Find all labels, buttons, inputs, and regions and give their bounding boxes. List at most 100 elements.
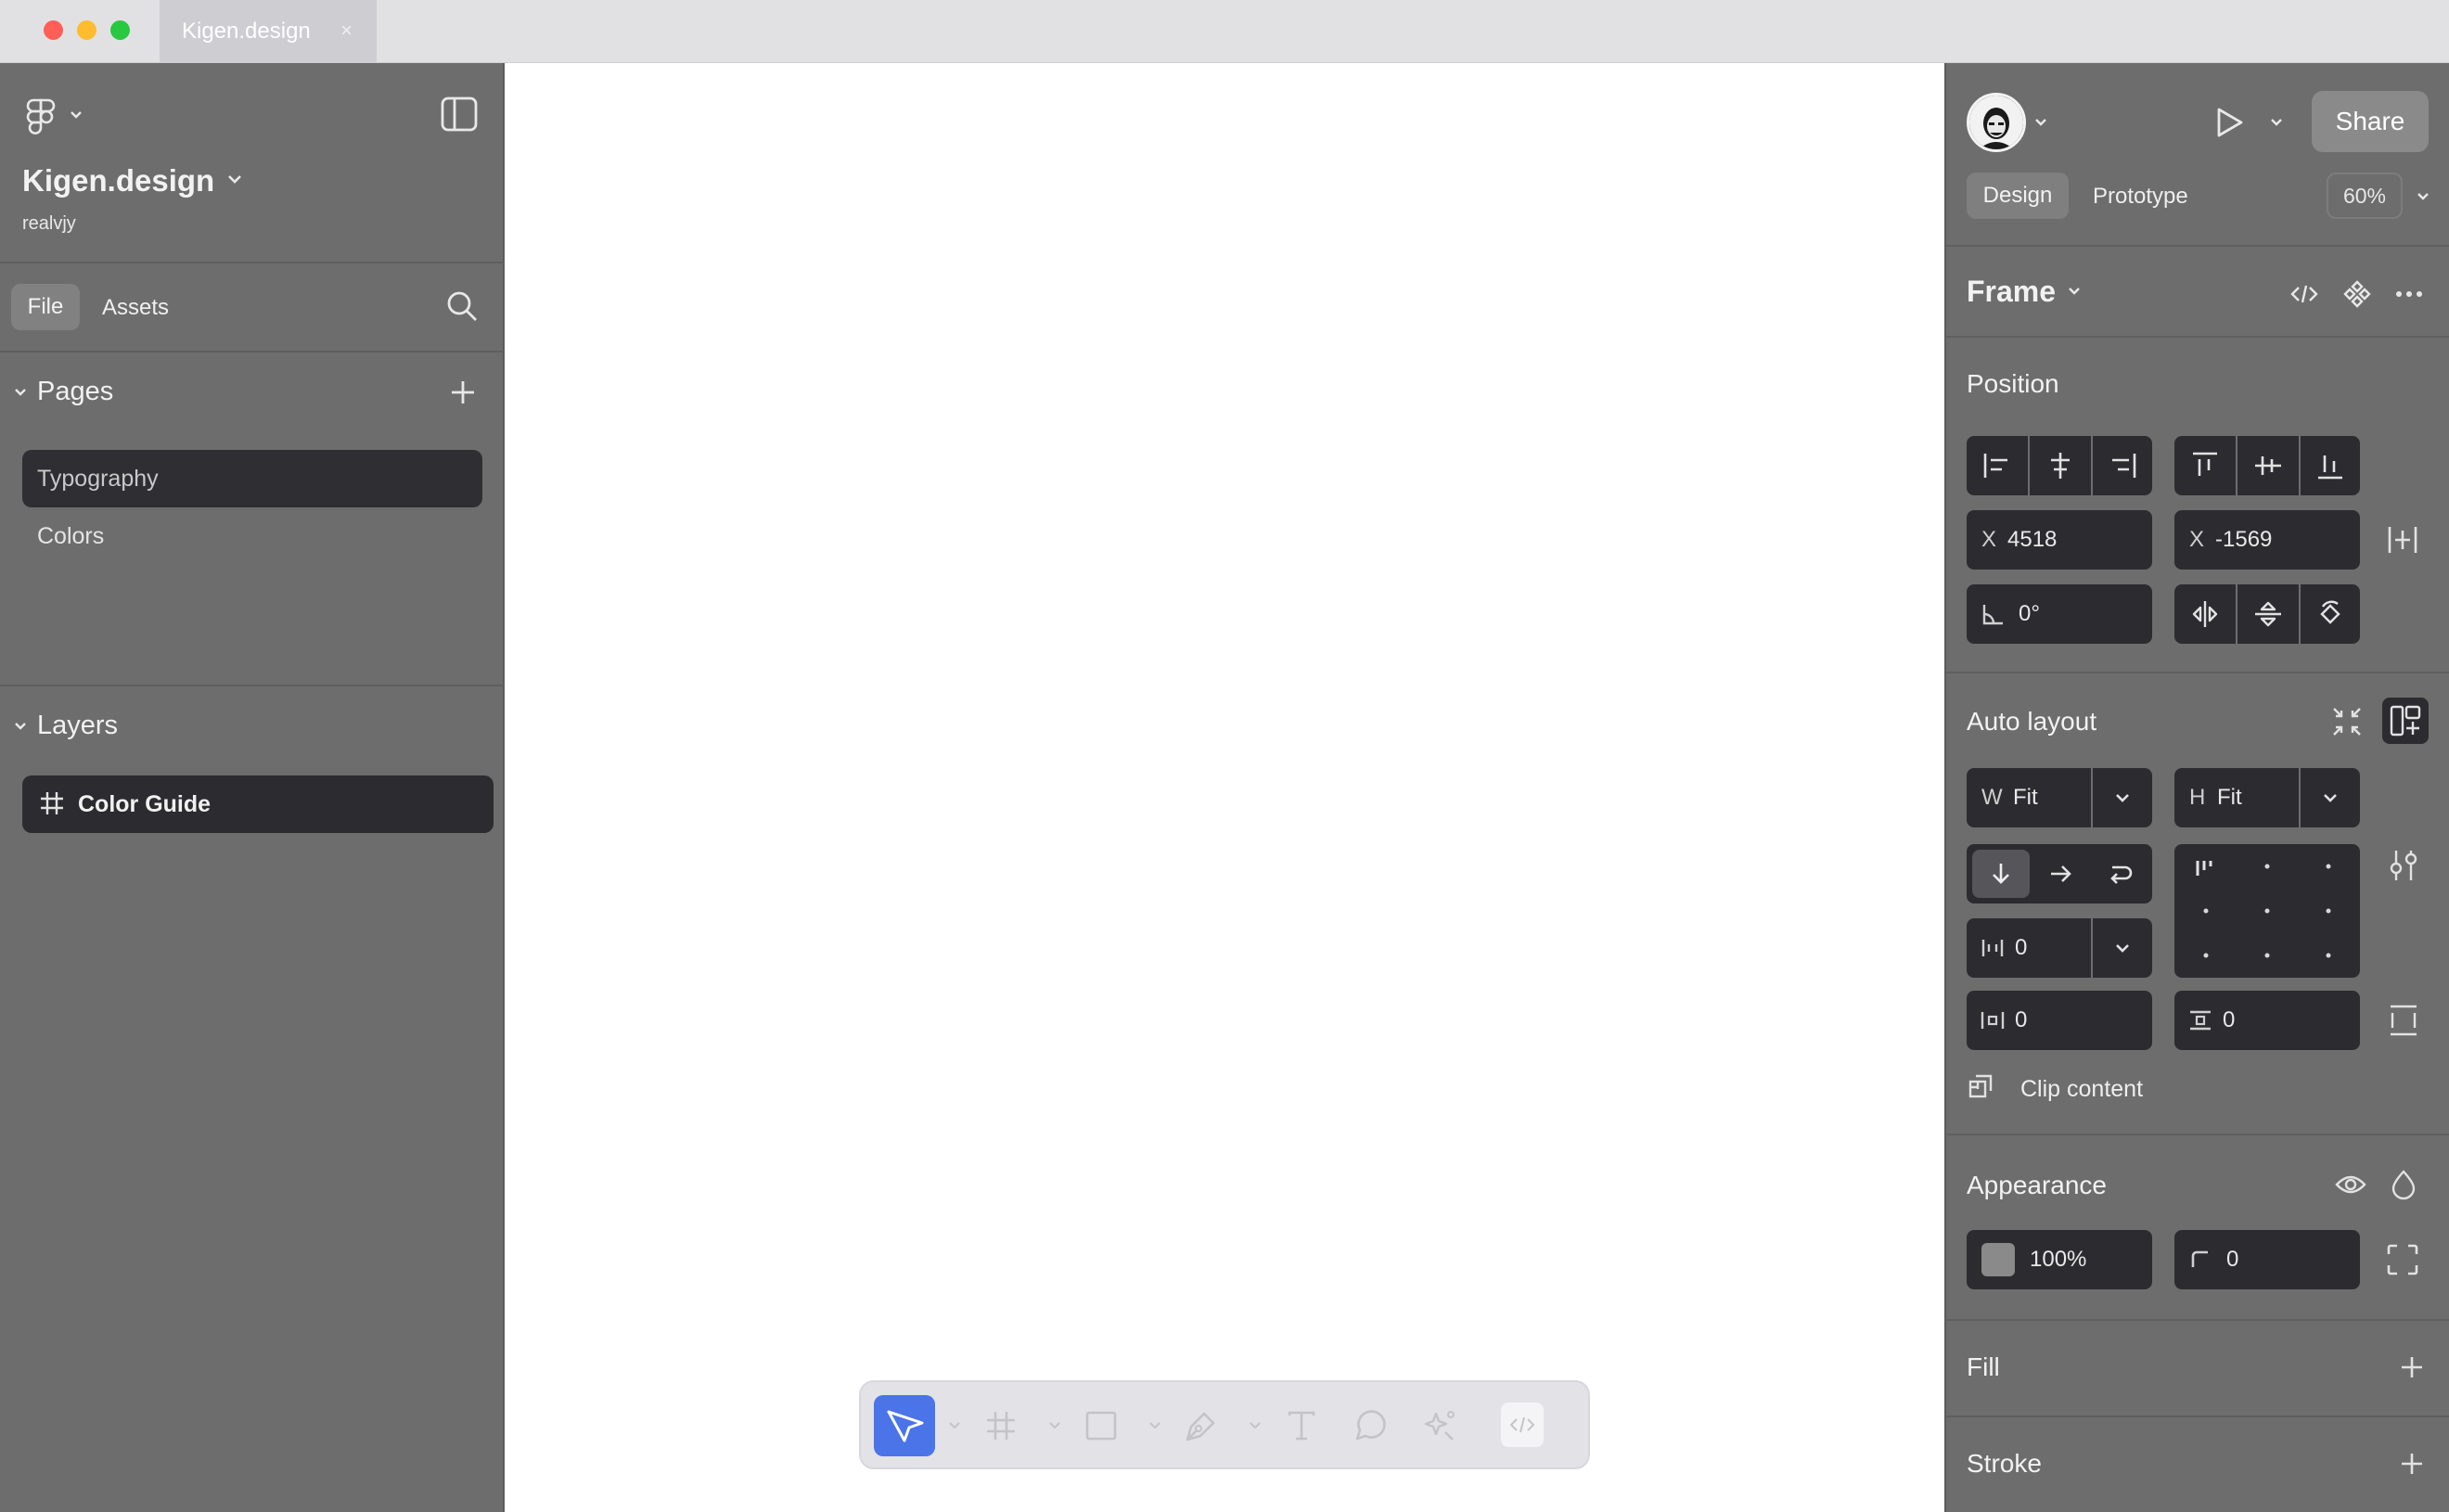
align-bottom-icon[interactable] (2301, 436, 2360, 495)
pen-tool-chevron-icon[interactable] (1249, 1421, 1262, 1430)
position-title: Position (1967, 369, 2059, 398)
chevron-down-icon[interactable] (69, 109, 83, 121)
width-label: W (1981, 785, 2003, 810)
zoom-level[interactable]: 60% (2327, 173, 2403, 219)
height-sizing-field[interactable]: H Fit (2174, 768, 2360, 827)
add-fill-icon[interactable] (2399, 1354, 2425, 1380)
code-icon[interactable] (2289, 282, 2319, 306)
visibility-eye-icon[interactable] (2334, 1171, 2367, 1198)
zoom-chevron-icon[interactable] (2416, 191, 2430, 202)
tab-file[interactable]: File (11, 284, 80, 330)
flip-vertical-icon[interactable] (2237, 584, 2299, 644)
constraints-icon[interactable] (2386, 523, 2419, 557)
ai-actions-tool-icon[interactable] (1421, 1406, 1460, 1445)
more-options-icon[interactable] (2395, 289, 2423, 299)
pages-collapse-chevron-icon[interactable] (13, 386, 28, 399)
add-stroke-icon[interactable] (2399, 1451, 2425, 1477)
page-item-colors[interactable]: Colors (37, 523, 104, 550)
horizontal-padding-field[interactable]: 0 (1967, 991, 2152, 1050)
opacity-field[interactable]: 100% (1967, 1230, 2152, 1289)
move-tool-button[interactable] (874, 1395, 935, 1456)
x-position-field[interactable]: X 4518 (1967, 510, 2152, 570)
align-right-icon[interactable] (2093, 436, 2152, 495)
dev-mode-toggle[interactable] (1501, 1403, 1544, 1447)
frame-tool-icon[interactable] (983, 1408, 1019, 1443)
avatar-chevron-icon[interactable] (2033, 117, 2048, 128)
height-value: Fit (2217, 785, 2242, 810)
page-item-label: Typography (37, 465, 159, 492)
tab-prototype[interactable]: Prototype (2093, 184, 2188, 210)
rotate-90-icon[interactable] (2301, 584, 2360, 644)
clip-content-icon[interactable] (1967, 1072, 1996, 1102)
advanced-layout-settings-icon[interactable] (2388, 848, 2419, 883)
layer-item-label: Color Guide (78, 790, 212, 817)
gap-field[interactable]: 0 (1967, 918, 2152, 978)
alignment-grid[interactable] (2174, 844, 2360, 978)
corner-radius-icon (2189, 1230, 2212, 1289)
window-close-button[interactable] (44, 20, 63, 40)
layer-item-color-guide[interactable]: Color Guide (22, 775, 494, 833)
page-item-typography[interactable]: Typography (22, 450, 482, 507)
frame-chevron-icon[interactable] (2067, 286, 2082, 297)
file-name[interactable]: Kigen.design (22, 163, 214, 199)
vertical-padding-field[interactable]: 0 (2174, 991, 2360, 1050)
direction-wrap-icon[interactable] (2091, 844, 2150, 903)
auto-layout-add-button[interactable] (2382, 698, 2429, 744)
tab-close-icon[interactable]: × (340, 19, 353, 43)
avatar[interactable] (1967, 93, 2026, 152)
move-tool-chevron-icon[interactable] (948, 1421, 961, 1430)
text-tool-icon[interactable] (1284, 1408, 1319, 1443)
y-position-field[interactable]: X -1569 (2174, 510, 2360, 570)
corner-radius-field[interactable]: 0 (2174, 1230, 2360, 1289)
clip-content-label[interactable]: Clip content (2020, 1076, 2143, 1103)
present-chevron-icon[interactable] (2269, 117, 2284, 128)
frame-tool-chevron-icon[interactable] (1048, 1421, 1061, 1430)
individual-corners-icon[interactable] (2386, 1243, 2419, 1276)
document-tab[interactable]: Kigen.design × (160, 0, 377, 63)
add-page-icon[interactable] (449, 378, 477, 406)
align-middle-vertical-icon[interactable] (2237, 436, 2299, 495)
direction-horizontal-icon[interactable] (2032, 844, 2091, 903)
blend-mode-drop-icon[interactable] (2390, 1169, 2417, 1200)
figma-logo-icon[interactable] (26, 98, 56, 135)
align-top-icon[interactable] (2174, 436, 2236, 495)
zoom-level-value: 60% (2342, 183, 2387, 208)
divider (1946, 1134, 2449, 1135)
app-window: Kigen.design × Kigen.design realvjy File… (0, 0, 2449, 1512)
canvas[interactable] (506, 63, 1943, 1512)
tab-assets[interactable]: Assets (102, 295, 169, 321)
opacity-swatch (1981, 1243, 2015, 1276)
component-icon[interactable] (2343, 280, 2371, 308)
layers-collapse-chevron-icon[interactable] (13, 720, 28, 733)
sidebar-toggle-icon[interactable] (440, 95, 479, 134)
gap-dropdown-chevron-icon[interactable] (2093, 918, 2152, 978)
file-menu-chevron-icon[interactable] (226, 173, 243, 186)
shape-tool-chevron-icon[interactable] (1148, 1421, 1161, 1430)
align-left-icon[interactable] (1967, 436, 2028, 495)
flip-horizontal-icon[interactable] (2174, 584, 2236, 644)
tab-design[interactable]: Design (1967, 173, 2069, 219)
vertical-padding-icon (2187, 991, 2213, 1050)
share-button[interactable]: Share (2312, 91, 2429, 152)
present-play-icon[interactable] (2213, 106, 2245, 139)
pen-tool-icon[interactable] (1182, 1406, 1221, 1445)
comment-tool-icon[interactable] (1353, 1408, 1388, 1443)
window-maximize-button[interactable] (110, 20, 130, 40)
share-button-label: Share (2335, 107, 2405, 135)
width-dropdown-chevron-icon[interactable] (2093, 768, 2152, 827)
rotation-field[interactable]: 0° (1967, 584, 2152, 644)
align-center-horizontal-icon[interactable] (2030, 436, 2091, 495)
divider (1946, 1416, 2449, 1417)
height-dropdown-chevron-icon[interactable] (2301, 768, 2360, 827)
y-value: -1569 (2215, 527, 2273, 552)
rectangle-tool-icon[interactable] (1083, 1408, 1119, 1443)
width-sizing-field[interactable]: W Fit (1967, 768, 2152, 827)
direction-vertical-icon[interactable] (1972, 850, 2030, 898)
collapse-arrows-icon[interactable] (2330, 705, 2364, 738)
individual-padding-icon[interactable] (2388, 1004, 2419, 1037)
search-icon[interactable] (445, 289, 479, 323)
y-label: X (2189, 527, 2205, 552)
pages-title: Pages (37, 377, 114, 406)
window-minimize-button[interactable] (77, 20, 96, 40)
frame-title[interactable]: Frame (1967, 275, 2056, 309)
